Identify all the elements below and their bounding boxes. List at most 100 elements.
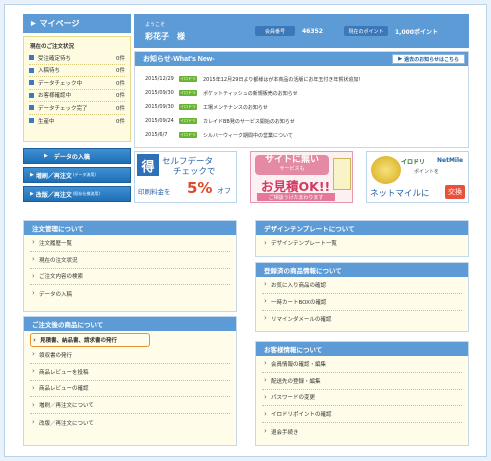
mypage-title: マイページ xyxy=(39,19,80,28)
news-panel: お知らせ-What's New- ▶ 過去のお知らせはこちら 2015/12/29… xyxy=(134,51,469,148)
mypage-header: ▶ マイページ xyxy=(23,14,131,33)
order-status-box: 現在のご注文状況 受注確定待ち 0件 入稿待ち 0件 データチェック中 0件 お客様確… xyxy=(23,36,131,142)
irodori-logo: イロドリ xyxy=(401,159,426,166)
news-tag: イロドリ xyxy=(179,118,197,124)
menu-item-cart-box[interactable]: 一時カートBOXの確認 xyxy=(262,294,462,311)
news-title: お知らせ-What's New- xyxy=(143,56,215,63)
news-item[interactable]: 2015/09/24 イロドリ カレイドBB発のサービス開始のお知らせ xyxy=(135,114,468,128)
status-row[interactable]: 受注確定待ち 0件 xyxy=(29,52,125,65)
menu-item-post-review[interactable]: 商品レビューを投稿 xyxy=(30,364,230,381)
menu-item-receipt[interactable]: 領収書の発行 xyxy=(30,347,230,364)
menu-item-order-history[interactable]: 注文履歴一覧 xyxy=(30,235,230,252)
banner-percent: 5% xyxy=(187,179,213,197)
status-row[interactable]: データチェック中 0件 xyxy=(29,77,125,90)
customer-info-menu: お客様情報について 会員情報の確認・編集 配送先の登録・編集 パスワードの変更 … xyxy=(255,341,469,446)
news-item[interactable]: 2015/12/29 イロドリ 2015年12月29日より都様はが本商品の活版にお年… xyxy=(135,72,468,86)
news-item[interactable]: 2015/09/30 イロドリ ポケットティッシュの新規販売のお知らせ xyxy=(135,86,468,100)
netmile-banner[interactable]: イロドリ NetMile ポイントを ネットマイルに 交換 xyxy=(366,151,469,203)
menu-item-withdraw[interactable]: 退会手続き xyxy=(262,423,462,440)
status-label: データチェック完了 xyxy=(38,105,88,112)
square-icon xyxy=(29,92,34,98)
square-icon xyxy=(29,80,34,86)
news-date: 2015/09/30 xyxy=(145,90,174,96)
registered-menu-title: 登録済の商品情報について xyxy=(256,263,468,277)
menu-item-data-entry[interactable]: データの入稿 xyxy=(30,285,230,302)
status-count: 0件 xyxy=(116,55,125,62)
after-order-menu: ご注文後の商品について 見積書、納品書、請求書の発行 領収書の発行 商品レビュー… xyxy=(23,316,237,446)
points-label: 現在のポイント xyxy=(344,26,388,36)
netmile-logo: NetMile xyxy=(437,157,464,164)
banner-text: サービスも xyxy=(279,166,305,172)
order-management-menu: 注文管理について 注文履歴一覧 現在の注文状況 ご注文内容の検索 データの入稿 xyxy=(23,220,237,312)
square-icon xyxy=(29,67,34,73)
revise-label: 改版／再注文 xyxy=(35,191,72,199)
status-label: 入稿待ち xyxy=(38,68,61,75)
menu-item-template-list[interactable]: デザインテンプレート一覧 xyxy=(262,235,462,252)
menu-item-documents[interactable]: 見積書、納品書、請求書の発行 xyxy=(30,333,150,347)
exchange-badge: 交換 xyxy=(445,185,465,199)
design-template-menu: デザインテンプレートについて デザインテンプレート一覧 xyxy=(255,220,469,257)
news-text: カレイドBB発のサービス開始のお知らせ xyxy=(203,118,295,125)
news-item[interactable]: 2015/6/7 イロドリ シルバーウィーク期間中の営業について xyxy=(135,128,468,142)
menu-item-revise[interactable]: 改版／再注文について xyxy=(30,414,230,431)
design-menu-title: デザインテンプレートについて xyxy=(256,221,468,235)
reorder-label: 増刷／再注文 xyxy=(35,172,72,180)
self-check-banner[interactable]: 得 セルフデータ チェックで 印刷料金を 5% オフ xyxy=(134,151,237,203)
status-row[interactable]: 入稿待ち 0件 xyxy=(29,65,125,77)
revise-button[interactable]: ▶ 改版／再注文 (既存仕様流用) xyxy=(23,186,131,202)
status-label: お客様確認中 xyxy=(38,93,72,100)
order-status-title: 現在のご注文状況 xyxy=(30,44,75,50)
news-text: シルバーウィーク期間中の営業について xyxy=(203,132,293,139)
status-count: 0件 xyxy=(116,93,125,100)
menu-item-favorites[interactable]: お気に入り商品の確認 xyxy=(262,277,462,294)
reorder-button[interactable]: ▶ 増刷／再注文 (データ流用) xyxy=(23,167,131,183)
status-label: データチェック中 xyxy=(38,80,83,87)
order-menu-title: 注文管理について xyxy=(24,221,236,235)
banner-text: 印刷料金を xyxy=(138,188,171,196)
menu-item-reminder[interactable]: リマインダメールの確認 xyxy=(262,311,462,328)
user-info-bar: ようこそ 彩花子 様 会員番号 46352 現在のポイント 1,000ポイント xyxy=(134,14,469,48)
arrow-icon: ▶ xyxy=(44,153,48,159)
user-name: 彩花子 様 xyxy=(145,32,185,41)
data-entry-button[interactable]: ▶ データの入稿 xyxy=(23,148,131,164)
menu-item-password[interactable]: パスワードの変更 xyxy=(262,390,462,407)
data-entry-label: データの入稿 xyxy=(53,153,90,161)
menu-item-order-status[interactable]: 現在の注文状況 xyxy=(30,252,230,269)
registered-products-menu: 登録済の商品情報について お気に入り商品の確認 一時カートBOXの確認 リマイン… xyxy=(255,262,469,332)
status-label: 生産中 xyxy=(38,118,55,125)
past-news-button[interactable]: ▶ 過去のお知らせはこちら xyxy=(392,54,465,64)
news-text: ポケットティッシュの新規販売のお知らせ xyxy=(203,90,298,97)
news-text: 工場メンテナンスのお知らせ xyxy=(203,104,268,111)
menu-item-order-search[interactable]: ご注文内容の検索 xyxy=(30,269,230,286)
status-row[interactable]: 生産中 0件 xyxy=(29,115,125,128)
menu-item-check-review[interactable]: 商品レビューの確認 xyxy=(30,381,230,398)
banner-top: サイトに無い サービスも xyxy=(255,155,329,175)
menu-item-member-info[interactable]: 会員情報の確認・編集 xyxy=(262,356,462,373)
status-count: 0件 xyxy=(116,68,125,75)
status-count: 0件 xyxy=(116,118,125,125)
menu-item-points[interactable]: イロドリポイントの確認 xyxy=(262,406,462,424)
banner-text: ポイントを xyxy=(414,169,440,175)
menu-item-shipping[interactable]: 配送先の登録・編集 xyxy=(262,373,462,390)
status-row[interactable]: データチェック完了 0件 xyxy=(29,102,125,115)
status-row[interactable]: お客様確認中 0件 xyxy=(29,90,125,102)
welcome-text: ようこそ xyxy=(145,22,166,28)
news-date: 2015/6/7 xyxy=(145,132,168,138)
arrow-icon: ▶ xyxy=(30,172,34,178)
news-date: 2015/09/30 xyxy=(145,104,174,110)
banner-text: サイトに無い xyxy=(264,155,319,165)
reorder-note: (データ流用) xyxy=(72,172,96,177)
revise-note: (既存仕様流用) xyxy=(72,191,100,196)
square-icon xyxy=(29,118,34,124)
news-date: 2015/09/24 xyxy=(145,118,174,124)
banner-text: オフ xyxy=(217,187,231,195)
news-date: 2015/12/29 xyxy=(145,76,174,82)
news-tag: イロドリ xyxy=(179,76,197,82)
status-count: 0件 xyxy=(116,80,125,87)
customer-menu-title: お客様情報について xyxy=(256,342,468,356)
memo-icon xyxy=(333,158,351,190)
menu-item-reorder[interactable]: 増刷／再注文について xyxy=(30,397,230,415)
quote-banner[interactable]: サイトに無い サービスも お見積OK!! ご相談うけたまわります xyxy=(250,151,353,203)
square-icon xyxy=(29,105,34,111)
news-item[interactable]: 2015/09/30 イロドリ 工場メンテナンスのお知らせ xyxy=(135,100,468,114)
